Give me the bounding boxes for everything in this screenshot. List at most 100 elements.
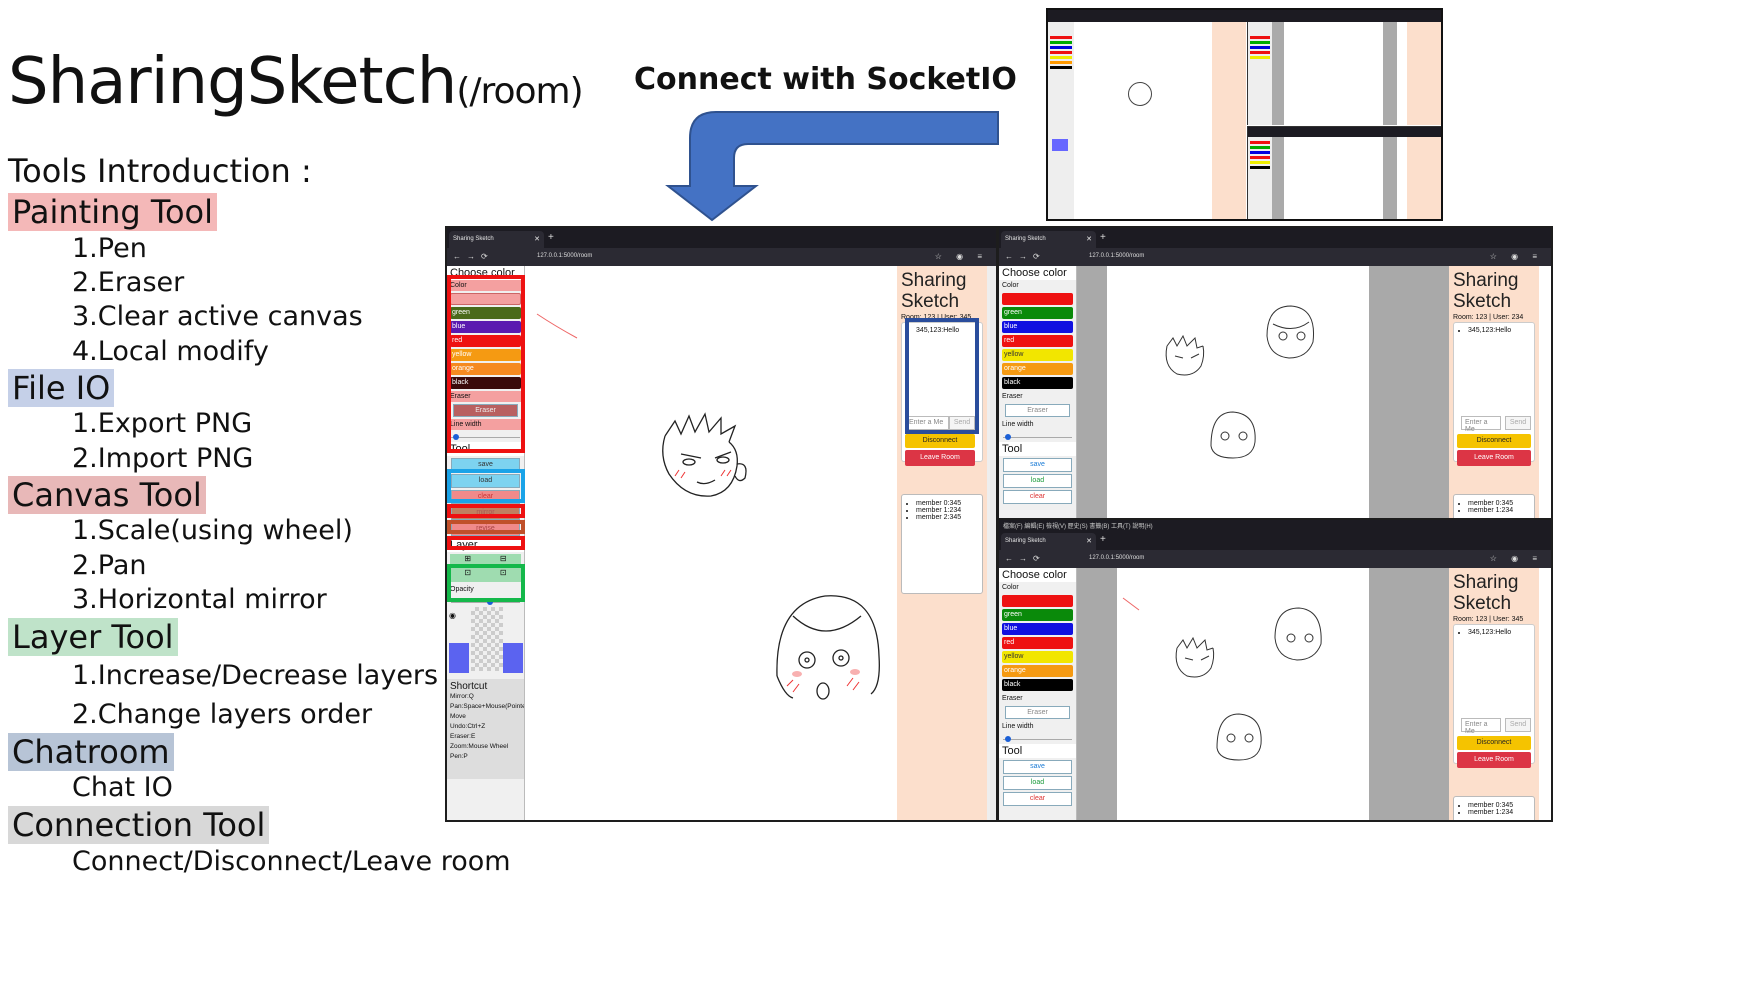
scrollbar[interactable] xyxy=(987,266,996,820)
canvas-tool-highlight-revise xyxy=(447,536,525,550)
layer-selected-indicator-right xyxy=(503,643,523,673)
canvas-tool-highlight-mirror xyxy=(447,520,525,534)
color-label: Color xyxy=(1002,584,1019,591)
address-bar: ←→⟳ 127.0.0.1:5000/room ☆ ◉ ≡ xyxy=(447,248,996,266)
slider-knob[interactable] xyxy=(1005,434,1011,440)
eraser-label: Eraser xyxy=(1002,695,1023,702)
room-panel: Sharing Sketch Room: 123 | User: 345 345… xyxy=(1449,568,1539,820)
browser-tools-icon[interactable]: ☆ ◉ ≡ xyxy=(935,252,988,261)
clear-button[interactable]: clear xyxy=(1003,792,1072,806)
menu-bar[interactable]: 檔案(F) 編輯(E) 檢視(V) 歷史(S) 書籤(B) 工具(T) 說明(H… xyxy=(999,520,1551,530)
browser-tab[interactable]: Sharing Sketch ✕ xyxy=(1001,231,1096,248)
slider-knob[interactable] xyxy=(1005,736,1011,742)
line-width-slider[interactable] xyxy=(1003,736,1072,742)
chat-message: 345,123:Hello xyxy=(1468,629,1530,636)
layer-item-increase-decrease: 1.Increase/Decrease layers xyxy=(72,660,439,691)
layer-item-order: 2.Change layers order xyxy=(72,699,373,730)
choose-color-heading: Choose color xyxy=(999,266,1076,280)
eraser-label: Eraser xyxy=(1002,393,1023,400)
title-main: SharingSketch xyxy=(8,45,457,119)
url-text[interactable]: 127.0.0.1:5000/room xyxy=(1089,253,1144,259)
painting-item-pen: 1.Pen xyxy=(72,233,147,264)
color-green-button[interactable]: green xyxy=(1002,609,1073,621)
tool-heading: Tool xyxy=(999,744,1076,758)
leave-room-button[interactable]: Leave Room xyxy=(1457,752,1531,768)
layer-thumbnail[interactable] xyxy=(471,607,503,671)
color-red-button[interactable]: red xyxy=(1002,637,1073,649)
new-tab-icon[interactable]: + xyxy=(1100,534,1106,545)
disconnect-button[interactable]: Disconnect xyxy=(1457,434,1531,448)
leave-room-button[interactable]: Leave Room xyxy=(1457,450,1531,466)
shortcut-undo: Undo:Ctrl+Z xyxy=(450,723,486,730)
close-tab-icon[interactable]: ✕ xyxy=(1086,235,1092,243)
browser-tools-icon[interactable]: ☆ ◉ ≡ xyxy=(1490,252,1543,261)
close-tab-icon[interactable]: ✕ xyxy=(534,235,540,243)
shortcut-pen: Pen:P xyxy=(450,753,468,760)
new-tab-icon[interactable]: + xyxy=(1100,232,1106,243)
layer-list: ◉ xyxy=(447,607,524,677)
eraser-button[interactable]: Eraser xyxy=(1005,706,1070,719)
layer-selected-indicator[interactable] xyxy=(449,643,469,673)
color-black-button[interactable]: black xyxy=(1002,377,1073,389)
send-button[interactable]: Send xyxy=(1505,416,1531,430)
color-yellow-button[interactable]: yellow xyxy=(1002,349,1073,361)
browser-tools-icon[interactable]: ☆ ◉ ≡ xyxy=(1490,554,1543,563)
new-tab-icon[interactable]: + xyxy=(548,232,554,243)
clear-button[interactable]: clear xyxy=(1003,490,1072,504)
load-button[interactable]: load xyxy=(1003,474,1072,488)
sharing-title-line1: Sharing xyxy=(1453,270,1519,291)
chat-input[interactable]: Enter a Me xyxy=(1461,416,1501,433)
multi-window-thumbnail xyxy=(1046,8,1443,221)
shortcut-eraser: Eraser:E xyxy=(450,733,476,740)
member-item: member 0:345 xyxy=(916,500,978,507)
nav-arrows-icon[interactable]: ←→⟳ xyxy=(1005,554,1046,563)
drawing-canvas[interactable] xyxy=(1107,266,1369,518)
color-blue-button[interactable]: blue xyxy=(1002,623,1073,635)
save-button[interactable]: save xyxy=(1003,760,1072,774)
choose-color-heading: Choose color xyxy=(999,568,1076,582)
nav-arrows-icon[interactable]: ←→⟳ xyxy=(453,252,494,261)
load-button[interactable]: load xyxy=(1003,776,1072,790)
category-layer-tool: Layer Tool xyxy=(8,618,178,656)
fileio-item-export: 1.Export PNG xyxy=(72,408,253,439)
color-red-button[interactable]: red xyxy=(1002,335,1073,347)
color-picker[interactable] xyxy=(1002,595,1073,607)
tab-title: Sharing Sketch xyxy=(1005,236,1046,242)
canvas-item-mirror: 3.Horizontal mirror xyxy=(72,584,327,615)
disconnect-button[interactable]: Disconnect xyxy=(905,434,975,448)
eraser-button[interactable]: Eraser xyxy=(1005,404,1070,417)
eye-icon[interactable]: ◉ xyxy=(449,611,463,641)
disconnect-button[interactable]: Disconnect xyxy=(1457,736,1531,750)
browser-tab[interactable]: Sharing Sketch ✕ xyxy=(1001,533,1096,550)
sharing-title-line2: Sketch xyxy=(1453,593,1512,614)
browser-tab[interactable]: Sharing Sketch ✕ xyxy=(449,231,544,248)
canvas-tool-highlight-clear xyxy=(447,504,525,518)
color-black-button[interactable]: black xyxy=(1002,679,1073,691)
line-width-slider[interactable] xyxy=(1003,434,1072,440)
drawing-canvas[interactable] xyxy=(1117,568,1369,820)
save-button[interactable]: save xyxy=(1003,458,1072,472)
color-blue-button[interactable]: blue xyxy=(1002,321,1073,333)
drawing-canvas[interactable] xyxy=(525,266,897,820)
shortcut-move: Move xyxy=(450,713,466,720)
shortcut-mirror: Mirror:Q xyxy=(450,693,474,700)
chat-input[interactable]: Enter a Me xyxy=(1461,718,1501,735)
tool-panel: Choose color Color green blue red yellow… xyxy=(999,568,1077,820)
room-info: Room: 123 | User: 234 xyxy=(1453,314,1524,321)
url-text[interactable]: 127.0.0.1:5000/room xyxy=(1089,555,1144,561)
color-orange-button[interactable]: orange xyxy=(1002,363,1073,375)
send-button[interactable]: Send xyxy=(1505,718,1531,732)
member-item: member 2:345 xyxy=(916,514,978,521)
color-picker[interactable] xyxy=(1002,293,1073,305)
url-text[interactable]: 127.0.0.1:5000/room xyxy=(537,253,592,259)
close-tab-icon[interactable]: ✕ xyxy=(1086,537,1092,545)
nav-arrows-icon[interactable]: ←→⟳ xyxy=(1005,252,1046,261)
color-yellow-button[interactable]: yellow xyxy=(1002,651,1073,663)
title-sub: (/room) xyxy=(456,71,583,112)
color-green-button[interactable]: green xyxy=(1002,307,1073,319)
color-orange-button[interactable]: orange xyxy=(1002,665,1073,677)
member-list: member 0:345 member 1:234 xyxy=(1453,494,1535,518)
leave-room-button[interactable]: Leave Room xyxy=(905,450,975,466)
browser-window-user-234: Sharing Sketch ✕ + ←→⟳ 127.0.0.1:5000/roo… xyxy=(998,226,1553,520)
line-width-label: Line width xyxy=(1002,421,1034,428)
